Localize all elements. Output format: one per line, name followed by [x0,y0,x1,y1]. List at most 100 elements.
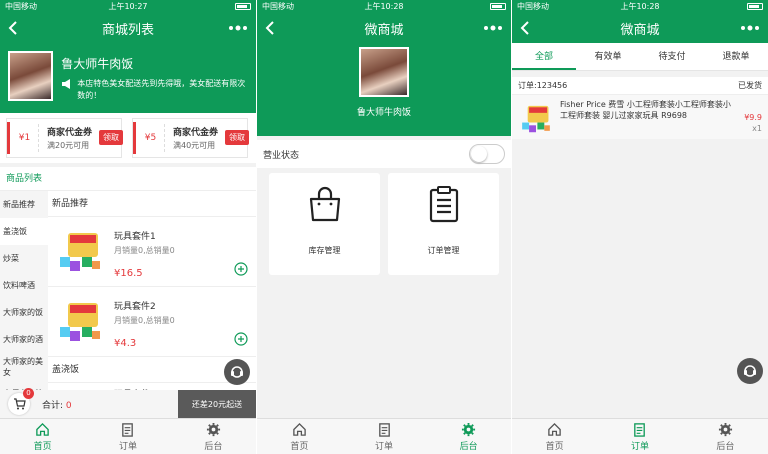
back-icon[interactable] [8,21,18,35]
headset-icon [744,365,756,377]
tab-home[interactable]: 首页 [512,419,597,454]
more-icon[interactable] [228,23,248,33]
group-title: 新品推荐 [48,191,256,217]
shop-avatar [8,51,54,101]
battery-icon [747,3,763,10]
order-icon [634,422,646,437]
tab-backend[interactable]: 后台 [426,419,511,454]
tab-pending-payment[interactable]: 待支付 [640,43,704,70]
min-order-button[interactable]: 还差20元起送 [178,390,256,418]
tab-all[interactable]: 全部 [512,43,576,70]
home-icon [36,422,49,436]
coupon-list: ¥1 商家代金券 满20元可用 领取 ¥5 商家代金券 满40元可用 领取 [0,113,256,163]
card-label: 订单管理 [427,246,460,255]
cart-icon [13,398,26,410]
cart-button[interactable]: 0 [8,388,34,415]
tab-bar: 首页 订单 后台 [0,418,256,454]
product-area: 新品推荐 盖浇饭 炒菜 饮料啤酒 大师家的饭 大师家的酒 大师家的美女 大师家的… [0,191,256,418]
category-sidebar: 新品推荐 盖浇饭 炒菜 饮料啤酒 大师家的饭 大师家的酒 大师家的美女 大师家的… [0,191,48,418]
category-item[interactable]: 炒菜 [0,245,48,272]
status-bar: 中国移动 上午10:27 [0,0,256,13]
tab-label: 首页 [33,441,52,452]
tab-backend[interactable]: 后台 [683,419,768,454]
product-item[interactable]: 玩具套件2 月销量0,总销量0 ¥4.3 [48,287,256,357]
product-sales: 月销量0,总销量0 [114,246,175,255]
order-number: 订单:123456 [518,81,568,90]
order-item-qty: x1 [752,124,762,133]
tab-label: 首页 [290,441,309,452]
order-card[interactable]: 订单:123456 已发货 Fisher Price 费雪 小工程师套装小工程师… [512,77,768,139]
order-management-card[interactable]: 订单管理 [388,173,499,275]
shop-notice: 本店特色美女配送先到先得哦，美女配送有限次数的！ [61,78,248,102]
store-avatar [359,47,409,97]
product-name: 玩具套件1 [114,232,156,242]
business-status-toggle[interactable] [469,144,505,164]
business-status-label: 营业状态 [263,150,300,161]
business-status-row: 营业状态 [257,140,511,168]
clipboard-icon [429,186,458,223]
status-bar: 中国移动 上午10:28 [512,0,768,13]
screen-store-admin: 中国移动 上午10:28 微商城 鲁大师牛肉饭 营业状态 库存管理 订单管理 首… [257,0,511,454]
add-to-cart-icon[interactable] [234,262,248,276]
coupon-card: ¥5 商家代金券 满40元可用 领取 [132,118,249,158]
customer-service-button[interactable] [224,359,250,385]
shop-name: 鲁大师牛肉饭 [61,57,134,71]
home-icon [293,422,306,436]
category-item[interactable]: 大师家的酒 [0,326,48,353]
shop-notice-text: 本店特色美女配送先到先得哦，美女配送有限次数的！ [77,79,246,100]
tab-label: 后台 [459,441,478,452]
tab-label: 订单 [375,441,394,452]
tab-backend[interactable]: 后台 [171,419,256,454]
navbar: 微商城 [257,13,511,43]
tab-refund[interactable]: 退款单 [704,43,768,70]
order-status: 已发货 [738,81,762,90]
more-icon[interactable] [483,23,503,33]
toy-image [60,303,100,341]
inventory-management-card[interactable]: 库存管理 [269,173,380,275]
category-item[interactable]: 饮料啤酒 [0,272,48,299]
tab-home[interactable]: 首页 [257,419,342,454]
toy-image [522,105,550,133]
order-item-name: Fisher Price 费雪 小工程师套装小工程师套装小工程师套装 婴儿过家家… [560,100,731,120]
customer-service-button[interactable] [737,358,763,384]
category-item[interactable]: 大师家的饭 [0,299,48,326]
more-icon[interactable] [740,23,760,33]
back-icon[interactable] [265,21,275,35]
shop-header: 鲁大师牛肉饭 本店特色美女配送先到先得哦，美女配送有限次数的！ [0,43,256,113]
claim-coupon-button[interactable]: 领取 [225,130,249,145]
gear-icon [462,422,476,436]
tab-label: 订单 [118,441,137,452]
tab-label: 后台 [716,441,735,452]
home-icon [548,422,561,436]
tab-orders[interactable]: 订单 [597,419,682,454]
tab-orders[interactable]: 订单 [342,419,427,454]
shopping-bag-icon [309,186,340,222]
gear-icon [206,422,220,436]
navbar: 商城列表 [0,13,256,43]
tab-home[interactable]: 首页 [0,419,85,454]
coupon-card: ¥1 商家代金券 满20元可用 领取 [6,118,123,158]
add-to-cart-icon[interactable] [234,332,248,346]
back-icon[interactable] [520,21,530,35]
cart-badge: 0 [23,388,34,399]
cart-total-label: 合计: [42,400,64,411]
claim-coupon-button[interactable]: 领取 [99,130,123,145]
category-item[interactable]: 新品推荐 [0,191,48,218]
order-item[interactable]: Fisher Price 费雪 小工程师套装小工程师套装小工程师套装 婴儿过家家… [512,95,768,139]
category-item[interactable]: 盖浇饭 [0,218,48,245]
headset-icon [231,366,243,378]
tab-valid[interactable]: 有效单 [576,43,640,70]
order-item-price: ¥9.9 [744,113,762,122]
coupon-amount: ¥5 [137,124,165,152]
product-price: ¥4.3 [114,338,137,349]
battery-icon [490,3,506,10]
cart-total-value: 0 [65,400,72,411]
tab-label: 后台 [204,441,223,452]
product-item[interactable]: 玩具套件1 月销量0,总销量0 ¥16.5 [48,217,256,287]
store-header: 鲁大师牛肉饭 [257,43,511,136]
category-item[interactable]: 大师家的美女 [0,353,48,380]
management-grid: 库存管理 订单管理 [269,173,499,275]
tab-orders[interactable]: 订单 [85,419,170,454]
cart-bar: 0 合计: 0 还差20元起送 [0,388,256,418]
megaphone-icon [62,79,71,89]
